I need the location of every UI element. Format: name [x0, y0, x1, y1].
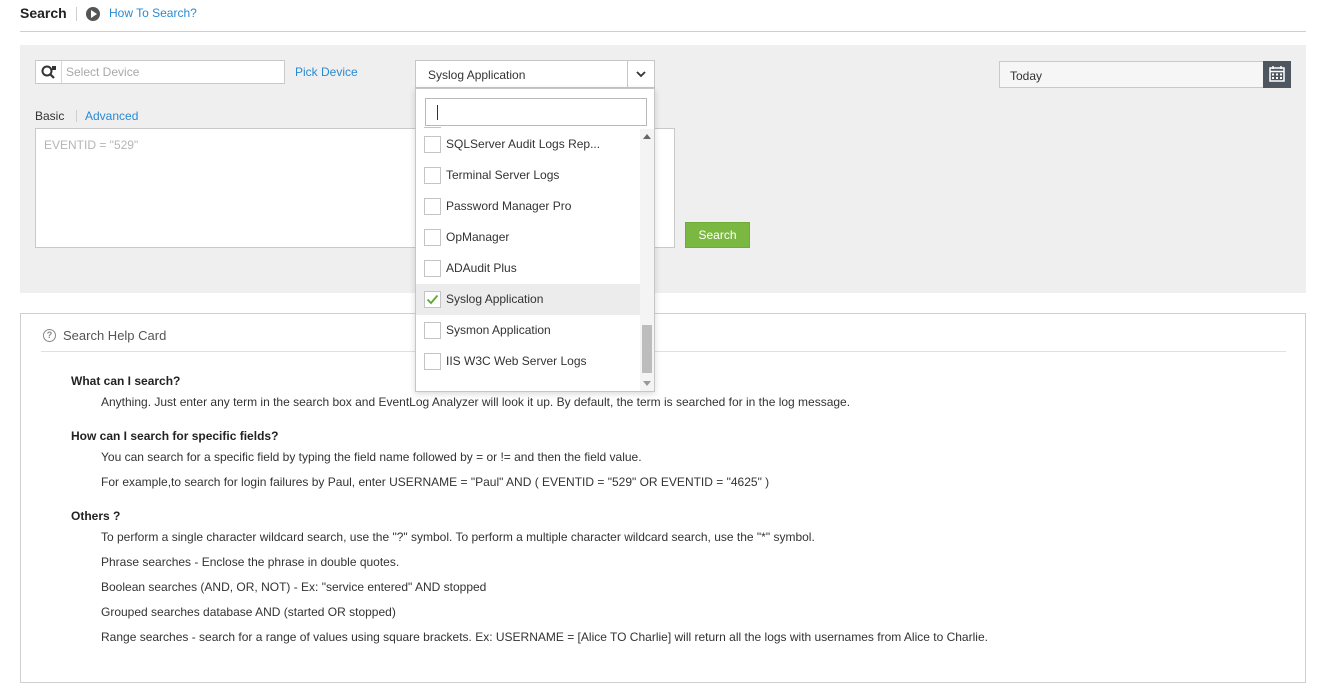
dropdown-item[interactable]: Sysmon Application — [416, 315, 640, 346]
help-answer: To perform a single character wildcard s… — [101, 530, 815, 544]
checkbox[interactable] — [424, 353, 441, 370]
checkbox[interactable] — [424, 167, 441, 184]
text-cursor — [437, 105, 438, 120]
title-divider — [76, 7, 77, 21]
dropdown-item-label: IIS W3C Web Server Logs — [446, 354, 587, 368]
log-type-select[interactable]: Syslog Application — [415, 60, 655, 88]
page-title: Search — [20, 5, 67, 21]
checkbox[interactable] — [424, 198, 441, 215]
dropdown-filter-input[interactable] — [426, 99, 646, 125]
help-question: Others ? — [71, 509, 121, 523]
help-answer: You can search for a specific field by t… — [101, 450, 642, 464]
help-question: What can I search? — [71, 374, 181, 388]
date-range-picker[interactable]: Today — [999, 61, 1291, 88]
search-help-card: ? Search Help Card What can I search? An… — [20, 313, 1306, 683]
checkbox[interactable] — [424, 136, 441, 153]
question-circle-icon: ? — [43, 329, 56, 342]
help-card-title: Search Help Card — [63, 328, 167, 343]
tab-basic[interactable]: Basic — [35, 109, 64, 123]
dropdown-item[interactable]: SQLServer Audit Logs Rep... — [416, 129, 640, 160]
help-answer: For example,to search for login failures… — [101, 475, 770, 489]
scroll-down-arrow-icon[interactable] — [643, 381, 651, 386]
tab-advanced[interactable]: Advanced — [85, 109, 138, 123]
scroll-up-arrow-icon[interactable] — [643, 134, 651, 139]
how-to-search-link[interactable]: How To Search? — [109, 6, 197, 20]
checkbox[interactable] — [424, 229, 441, 246]
chevron-down-icon[interactable] — [627, 61, 654, 87]
date-range-field[interactable]: Today — [999, 61, 1264, 88]
calendar-icon[interactable] — [1263, 61, 1291, 88]
help-answer: Anything. Just enter any term in the sea… — [101, 395, 851, 409]
dropdown-list[interactable]: SQLServer Audit Logs Rep... Terminal Ser… — [416, 127, 640, 391]
help-answer: Grouped searches database AND (started O… — [101, 605, 396, 619]
help-answer: Range searches - search for a range of v… — [101, 630, 988, 644]
dropdown-item[interactable]: Terminal Server Logs — [416, 160, 640, 191]
help-answer: Phrase searches - Enclose the phrase in … — [101, 555, 400, 569]
play-circle-icon[interactable] — [86, 7, 100, 21]
check-icon — [426, 294, 439, 305]
dropdown-item-selected[interactable]: Syslog Application — [416, 284, 640, 315]
checkbox[interactable] — [424, 127, 441, 128]
checkbox[interactable] — [424, 260, 441, 277]
dropdown-item-label: Terminal Server Logs — [446, 168, 560, 182]
help-card-header: ? Search Help Card — [41, 314, 1286, 352]
dropdown-item-label: OpManager — [446, 230, 510, 244]
help-answer: Boolean searches (AND, OR, NOT) - Ex: "s… — [101, 580, 487, 594]
log-type-dropdown: SQLServer Audit Logs Rep... Terminal Ser… — [415, 88, 655, 392]
dropdown-item-label: Sysmon Application — [446, 323, 551, 337]
dropdown-item-label: ADAudit Plus — [446, 261, 517, 275]
dropdown-item-label: Syslog Application — [446, 292, 544, 306]
date-range-value: Today — [1010, 69, 1043, 83]
search-button[interactable]: Search — [685, 222, 750, 248]
dropdown-item[interactable]: IIS W3C Web Server Logs — [416, 346, 640, 377]
checkbox-checked[interactable] — [424, 291, 441, 308]
dropdown-filter[interactable] — [425, 98, 647, 126]
search-panel: Pick Device Syslog Application Today — [20, 45, 1306, 293]
dropdown-item-label: Password Manager Pro — [446, 199, 572, 213]
device-input[interactable] — [66, 63, 280, 81]
help-card-body: What can I search? Anything. Just enter … — [71, 372, 1271, 650]
dropdown-scrollbar[interactable] — [640, 129, 654, 391]
mode-divider — [76, 110, 77, 122]
dropdown-item[interactable]: OpManager — [416, 222, 640, 253]
device-search-icon[interactable] — [36, 61, 62, 83]
dropdown-item-label: SQLServer Audit Logs Rep... — [446, 137, 601, 151]
dropdown-item[interactable]: ADAudit Plus — [416, 253, 640, 284]
scrollbar-thumb[interactable] — [642, 325, 652, 373]
help-question: How can I search for specific fields? — [71, 429, 279, 443]
page-header: Search How To Search? — [20, 0, 1306, 32]
dropdown-item[interactable]: Password Manager Pro — [416, 191, 640, 222]
checkbox[interactable] — [424, 322, 441, 339]
log-type-select-value: Syslog Application — [428, 68, 526, 82]
pick-device-link[interactable]: Pick Device — [295, 65, 358, 79]
device-selector[interactable] — [35, 60, 285, 84]
